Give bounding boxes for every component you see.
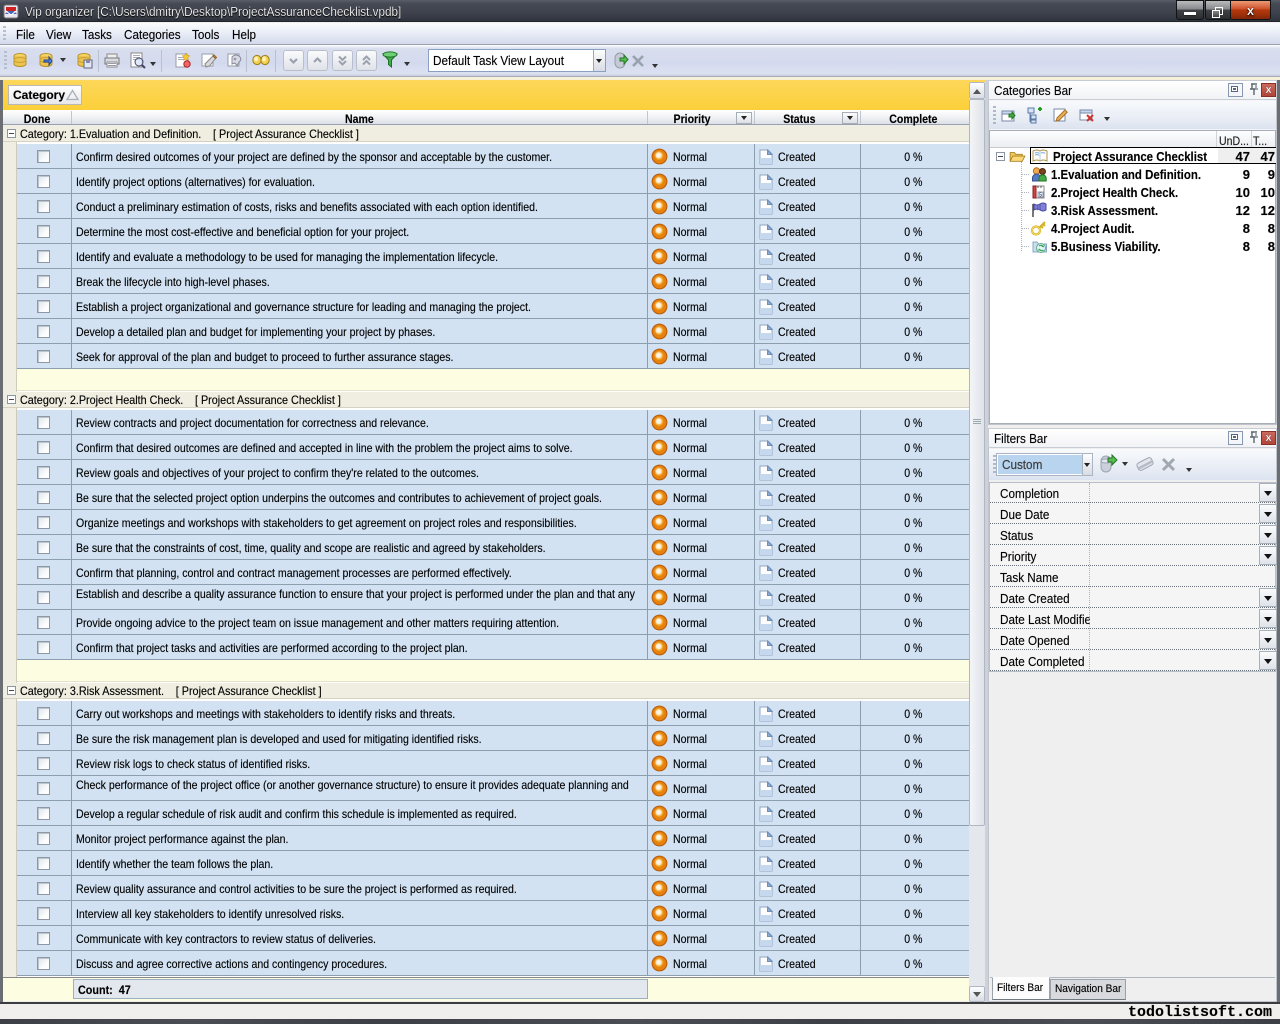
svg-text:5: 5 xyxy=(1039,193,1042,199)
